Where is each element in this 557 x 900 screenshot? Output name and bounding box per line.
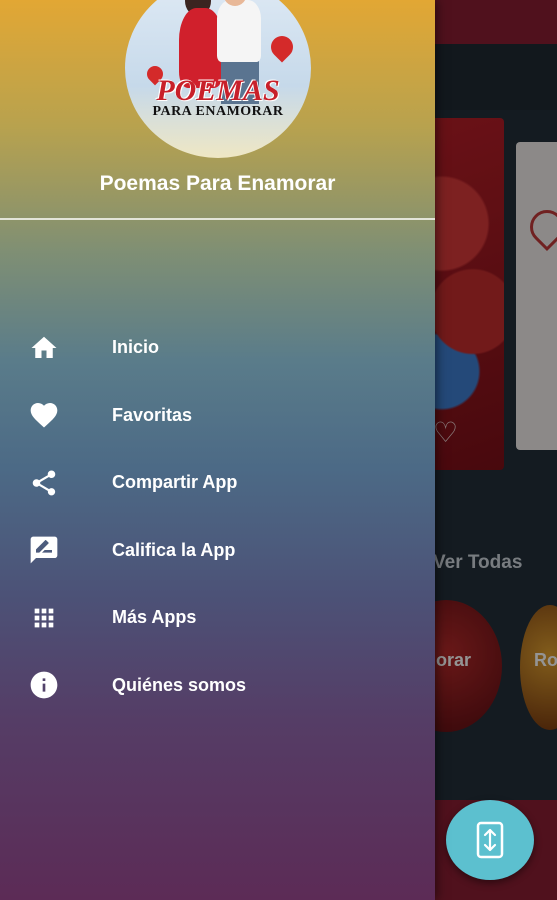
menu-item-label: Quiénes somos [112,674,247,695]
menu-item-label: Favoritas [112,404,193,425]
menu-item-califica[interactable]: Califica la App [0,517,435,585]
rate-review-icon [27,533,61,567]
menu-item-label: Inicio [112,337,160,358]
menu-item-quienes-somos[interactable]: Quiénes somos [0,652,435,720]
logo-subtitle: PARA ENAMORAR [152,104,284,119]
swap-vertical-icon [476,821,504,859]
app-name: Poemas Para Enamorar [99,172,336,195]
scroll-fab-button[interactable] [446,800,534,880]
header-divider [0,218,435,220]
menu-item-inicio[interactable]: Inicio [0,314,435,382]
menu-item-label: Califica la App [112,539,236,560]
home-icon [27,331,61,365]
drawer-header: POEMAS PARA ENAMORAR Poemas Para Enamora… [0,0,435,220]
logo-title: POEMAS [156,74,280,107]
menu-item-mas-apps[interactable]: Más Apps [0,584,435,652]
drawer-menu: Inicio Favoritas Compartir App Califica … [0,314,435,719]
apps-grid-icon [27,601,61,635]
heart-icon [27,398,61,432]
app-logo: POEMAS PARA ENAMORAR [125,0,311,158]
menu-item-label: Compartir App [112,472,238,493]
menu-item-label: Más Apps [112,607,197,628]
menu-item-favoritas[interactable]: Favoritas [0,382,435,450]
navigation-drawer: POEMAS PARA ENAMORAR Poemas Para Enamora… [0,0,435,900]
menu-item-compartir[interactable]: Compartir App [0,449,435,517]
info-icon [27,668,61,702]
share-icon [27,466,61,500]
